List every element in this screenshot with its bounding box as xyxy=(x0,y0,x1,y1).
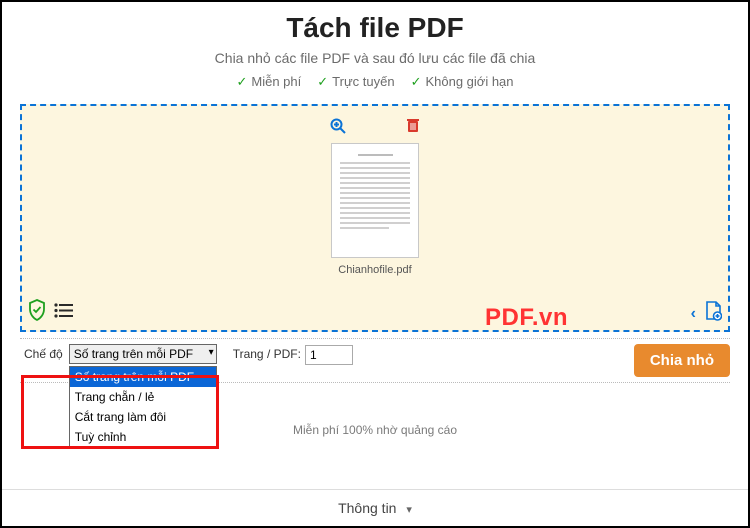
split-button[interactable]: Chia nhỏ xyxy=(634,344,730,377)
mode-select[interactable]: Số trang trên mỗi PDF xyxy=(69,344,217,364)
watermark: PDF.vn xyxy=(485,304,568,332)
file-dropzone[interactable]: Chianhofile.pdf ‹ PDF.vn xyxy=(20,104,730,332)
mode-dropdown: Số trang trên mỗi PDF Trang chẵn / lẻ Cắ… xyxy=(69,366,217,448)
chevron-left-icon[interactable]: ‹ xyxy=(691,305,696,323)
check-icon: ✓ xyxy=(411,74,422,89)
pages-per-pdf-label: Trang / PDF: xyxy=(233,344,301,361)
list-icon[interactable] xyxy=(54,302,74,323)
pdf-page-thumbnail[interactable] xyxy=(331,143,419,258)
zoom-icon[interactable] xyxy=(330,118,346,139)
file-name: Chianhofile.pdf xyxy=(330,264,420,276)
feature-unlimited: Không giới hạn xyxy=(425,74,513,89)
page-subtitle: Chia nhỏ các file PDF và sau đó lưu các … xyxy=(2,50,748,66)
pages-per-pdf-input[interactable] xyxy=(305,345,353,365)
trash-icon[interactable] xyxy=(406,118,420,139)
mode-option[interactable]: Tuỳ chỉnh xyxy=(70,427,216,447)
add-file-icon[interactable] xyxy=(704,301,722,326)
mode-option[interactable]: Trang chẵn / lẻ xyxy=(70,387,216,407)
features-row: ✓Miễn phí ✓Trực tuyến ✓Không giới hạn xyxy=(2,74,748,90)
info-toggle[interactable]: Thông tin ▾ xyxy=(2,489,748,526)
check-icon: ✓ xyxy=(236,74,247,89)
mode-option[interactable]: Số trang trên mỗi PDF xyxy=(70,367,216,387)
mode-option[interactable]: Cắt trang làm đôi xyxy=(70,407,216,427)
info-label: Thông tin xyxy=(338,500,396,516)
feature-free: Miễn phí xyxy=(251,74,301,89)
feature-online: Trực tuyến xyxy=(332,74,394,89)
page-title: Tách file PDF xyxy=(2,12,748,44)
mode-label: Chế độ xyxy=(20,344,67,361)
shield-icon[interactable] xyxy=(28,299,46,326)
chevron-down-icon: ▾ xyxy=(406,504,412,516)
check-icon: ✓ xyxy=(317,74,328,89)
